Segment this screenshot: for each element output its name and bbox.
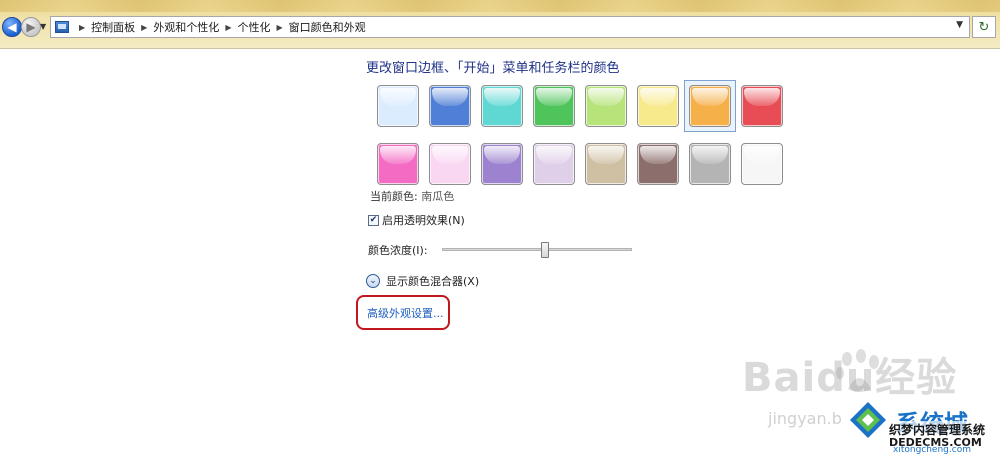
color-swatch-ruby[interactable]	[736, 80, 788, 132]
chevron-right-icon[interactable]: ▶	[79, 23, 85, 32]
history-dropdown-icon[interactable]: ▼	[40, 22, 46, 31]
address-bar[interactable]: ▶ 控制面板 ▶ 外观和个性化 ▶ 个性化 ▶ 窗口颜色和外观 ▼	[50, 16, 970, 38]
control-panel-icon	[55, 21, 69, 33]
window-toolbar: ◀ ▶ ▼ ▶ 控制面板 ▶ 外观和个性化 ▶ 个性化 ▶ 窗口颜色和外观 ▼ …	[0, 0, 1000, 54]
breadcrumb-window-color[interactable]: 窗口颜色和外观	[289, 19, 366, 35]
color-swatch-leaf[interactable]	[528, 80, 580, 132]
swatch-tile[interactable]	[481, 85, 523, 127]
color-swatch-pumpkin[interactable]	[684, 80, 736, 132]
arrow-left-icon: ◀	[7, 20, 17, 34]
color-swatch-lightning[interactable]	[632, 80, 684, 132]
color-mixer-toggle[interactable]: ⌄ 显示颜色混合器(X)	[366, 273, 479, 289]
chevron-down-icon[interactable]: ⌄	[366, 274, 380, 288]
color-swatch-lime[interactable]	[580, 80, 632, 132]
arrow-right-icon: ▶	[26, 20, 36, 34]
color-swatch-grid	[372, 80, 792, 196]
swatch-tile[interactable]	[741, 143, 783, 185]
refresh-icon: ↻	[978, 19, 990, 35]
chevron-right-icon[interactable]: ▶	[225, 23, 231, 32]
address-dropdown-icon[interactable]: ▼	[956, 20, 963, 30]
color-swatch-taupe[interactable]	[580, 138, 632, 190]
swatch-tile[interactable]	[377, 143, 419, 185]
swatch-tile[interactable]	[533, 143, 575, 185]
transparency-label[interactable]: 启用透明效果(N)	[382, 212, 465, 228]
swatch-row	[372, 80, 792, 138]
color-swatch-frost[interactable]	[736, 138, 788, 190]
color-swatch-violet[interactable]	[476, 138, 528, 190]
current-color-caption: 当前颜色:	[370, 190, 418, 203]
intensity-label: 颜色浓度(I):	[368, 244, 428, 257]
swatch-tile[interactable]	[377, 85, 419, 127]
breadcrumb-control-panel[interactable]: 控制面板	[91, 19, 135, 35]
breadcrumb-personalization[interactable]: 个性化	[237, 19, 270, 35]
swatch-tile[interactable]	[689, 143, 731, 185]
advanced-appearance-link[interactable]: 高级外观设置...	[367, 305, 444, 321]
jingyan-watermark: jingyan.b	[768, 409, 842, 428]
swatch-tile[interactable]	[585, 85, 627, 127]
color-mixer-label[interactable]: 显示颜色混合器(X)	[386, 273, 479, 289]
swatch-tile[interactable]	[637, 143, 679, 185]
swatch-tile[interactable]	[689, 85, 731, 127]
swatch-tile[interactable]	[741, 85, 783, 127]
page-title: 更改窗口边框、「开始」菜单和任务栏的颜色	[366, 61, 620, 76]
current-color-value: 南瓜色	[421, 190, 455, 203]
swatch-tile[interactable]	[533, 85, 575, 127]
swatch-tile[interactable]	[481, 143, 523, 185]
breadcrumb-appearance[interactable]: 外观和个性化	[153, 19, 219, 35]
swatch-tile[interactable]	[429, 143, 471, 185]
color-swatch-slate[interactable]	[684, 138, 736, 190]
intensity-slider-thumb[interactable]	[540, 242, 549, 258]
color-swatch-blush[interactable]	[424, 138, 476, 190]
transparency-checkbox[interactable]: ✔	[368, 214, 379, 226]
swatch-tile[interactable]	[637, 85, 679, 127]
transparency-option[interactable]: ✔ 启用透明效果(N)	[368, 212, 465, 228]
color-swatch-twilight[interactable]	[424, 80, 476, 132]
back-button[interactable]: ◀	[2, 17, 22, 37]
current-color-label: 当前颜色: 南瓜色	[370, 188, 454, 204]
xitongcheng-url-watermark: xitongcheng.com	[893, 445, 971, 455]
color-swatch-lavender[interactable]	[528, 138, 580, 190]
xitongcheng-logo-icon	[850, 402, 886, 438]
color-swatch-sea[interactable]	[476, 80, 528, 132]
chevron-right-icon[interactable]: ▶	[141, 23, 147, 32]
intensity-slider-track[interactable]	[442, 248, 632, 251]
color-swatch-chocolate[interactable]	[632, 138, 684, 190]
chevron-right-icon[interactable]: ▶	[276, 23, 282, 32]
refresh-button[interactable]: ↻	[972, 16, 996, 38]
baidu-watermark: Baidu经验	[742, 355, 958, 401]
swatch-tile[interactable]	[585, 143, 627, 185]
color-swatch-sky[interactable]	[372, 80, 424, 132]
forward-button[interactable]: ▶	[21, 17, 41, 37]
swatch-tile[interactable]	[429, 85, 471, 127]
color-swatch-fuchsia[interactable]	[372, 138, 424, 190]
taskbar-tabs-strip	[0, 0, 1000, 12]
